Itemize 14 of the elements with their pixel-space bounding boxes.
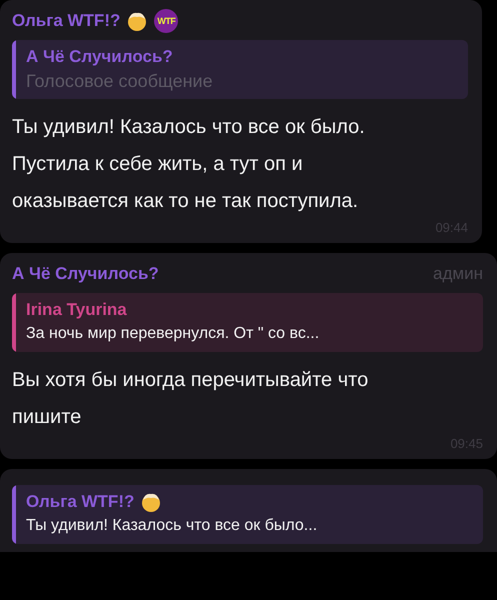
sender-name[interactable]: А Чё Случилось? (12, 264, 159, 284)
quote-author: Ольга WTF!? (26, 491, 134, 513)
message-text: Вы хотя бы иногда перечитывайте что пишите (12, 368, 370, 430)
wtf-badge: WTF (154, 9, 178, 33)
quote-text: За ночь мир перевернулся. От " со вс... (26, 324, 320, 344)
message-text: Ты удивил! Казалось что все ок было. Пустила к себе жить, а тут оп и оказывается как то не так поступила. (12, 115, 366, 214)
quote-text: Голосовое сообщение (26, 70, 213, 93)
reply-quote[interactable]: Irina Tyurina За ночь мир перевернулся. От " со вс... (12, 293, 483, 352)
quote-author: Irina Tyurina (26, 299, 127, 321)
quote-text: Ты удивил! Казалось что все ок было... (26, 516, 318, 536)
sender-name[interactable]: Ольга WTF!? (12, 11, 120, 31)
reply-quote[interactable]: Ольга WTF!? Ты удивил! Казалось что все ок было... (12, 485, 483, 544)
reply-quote[interactable]: А Чё Случилось? Голосовое сообщение (12, 40, 468, 99)
quote-author: А Чё Случилось? (26, 46, 173, 68)
